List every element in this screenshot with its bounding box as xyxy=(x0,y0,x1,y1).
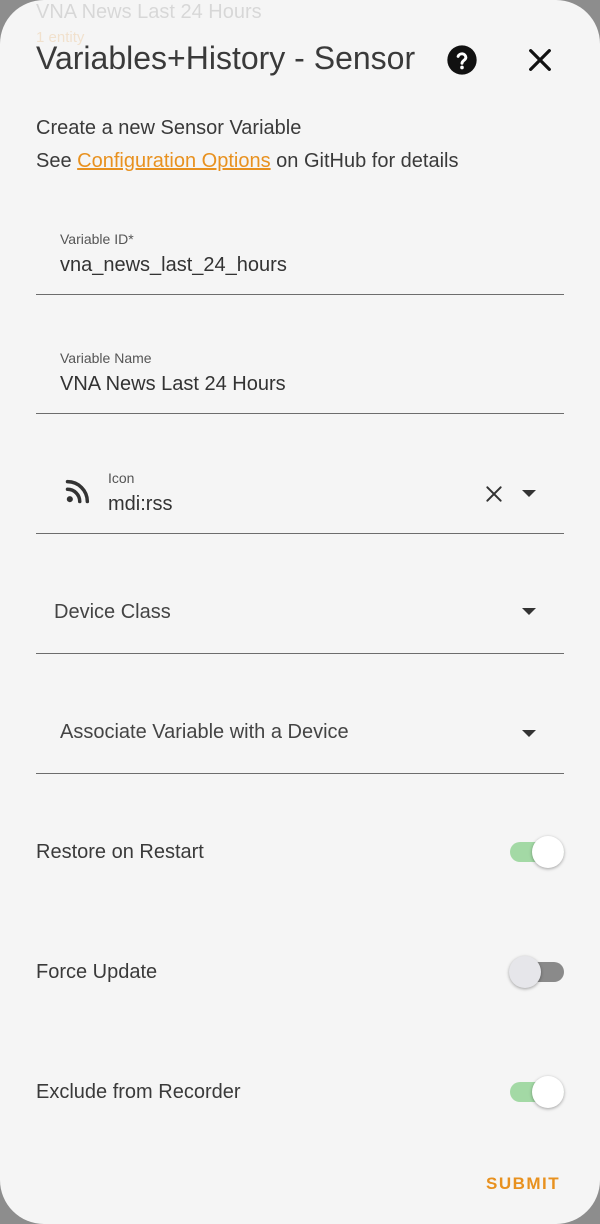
rss-icon xyxy=(65,479,90,504)
device-placeholder: Associate Variable with a Device xyxy=(60,721,349,743)
intro-line: Create a new Sensor Variable xyxy=(36,117,302,139)
icon-value[interactable]: mdi:rss xyxy=(108,493,172,516)
restore-on-restart-label: Restore on Restart xyxy=(36,841,204,863)
configuration-options-link[interactable]: Configuration Options xyxy=(77,150,270,172)
variable-name-field[interactable]: Variable Name VNA News Last 24 Hours xyxy=(36,321,564,414)
variable-name-label: Variable Name xyxy=(60,350,152,366)
exclude-from-recorder-toggle[interactable] xyxy=(510,1072,566,1108)
chevron-down-icon[interactable] xyxy=(522,608,536,615)
variable-name-value[interactable]: VNA News Last 24 Hours xyxy=(60,373,286,396)
exclude-from-recorder-label: Exclude from Recorder xyxy=(36,1081,241,1103)
intro-tail-text: on GitHub for details xyxy=(270,150,459,172)
variable-id-value[interactable]: vna_news_last_24_hours xyxy=(60,254,287,277)
icon-picker-field[interactable]: Icon mdi:rss xyxy=(36,441,564,534)
submit-button[interactable]: SUBMIT xyxy=(486,1174,560,1194)
restore-on-restart-toggle[interactable] xyxy=(510,832,566,868)
clear-icon[interactable] xyxy=(484,484,504,504)
variable-id-field[interactable]: Variable ID* vna_news_last_24_hours xyxy=(36,202,564,295)
device-class-placeholder: Device Class xyxy=(54,601,171,623)
icon-label: Icon xyxy=(108,470,135,486)
force-update-label: Force Update xyxy=(36,961,158,983)
chevron-down-icon[interactable] xyxy=(522,730,536,737)
background-entity-title: VNA News Last 24 Hours xyxy=(36,1,262,23)
toggle-thumb xyxy=(532,836,564,868)
intro-link-line: See Configuration Options on GitHub for … xyxy=(36,145,458,178)
help-circle-icon[interactable] xyxy=(446,44,478,76)
toggle-thumb xyxy=(532,1076,564,1108)
force-update-toggle[interactable] xyxy=(509,952,566,988)
intro-see-text: See xyxy=(36,150,78,172)
dialog-title: Variables+History - Sensor xyxy=(36,40,416,76)
device-class-select[interactable]: Device Class xyxy=(36,561,564,654)
close-icon[interactable] xyxy=(524,44,556,76)
dialog-intro: Create a new Sensor Variable See Configu… xyxy=(36,112,458,178)
toggle-thumb xyxy=(509,956,541,988)
dialog: VNA News Last 24 Hours 1 entity Variable… xyxy=(0,0,600,1224)
chevron-down-icon[interactable] xyxy=(522,490,536,497)
variable-id-label: Variable ID* xyxy=(60,231,134,247)
device-select[interactable]: Associate Variable with a Device xyxy=(36,681,564,774)
